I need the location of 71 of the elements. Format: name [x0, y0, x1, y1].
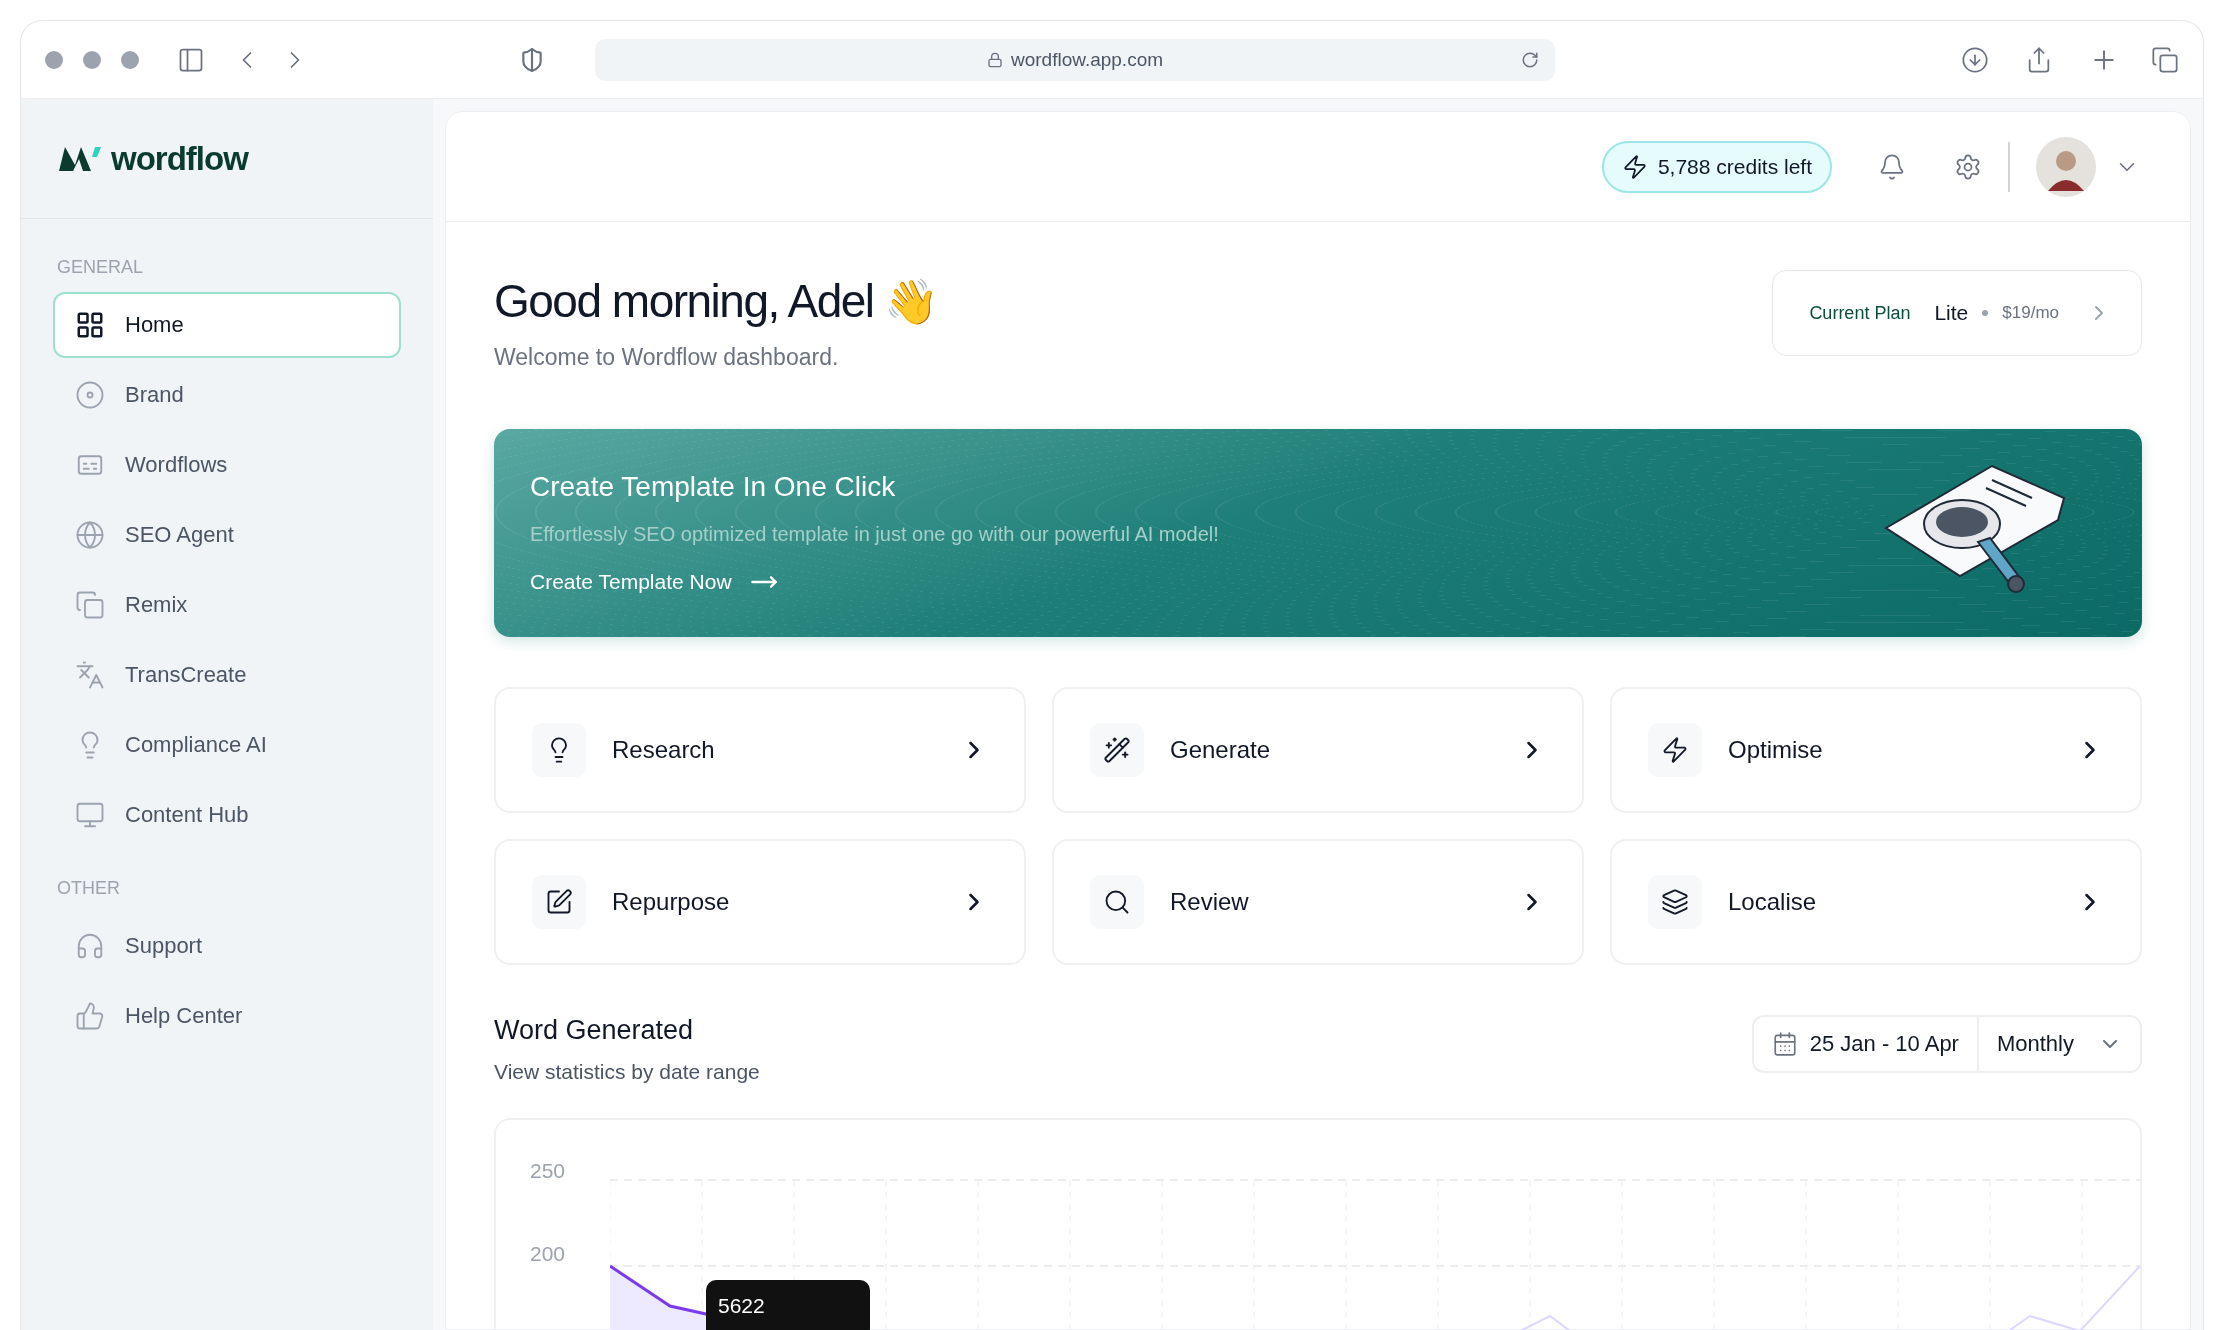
nav-item[interactable]: Wordflows [53, 432, 401, 498]
action-label: Generate [1170, 736, 1272, 764]
chart-tooltip: 5622 [706, 1280, 870, 1330]
wand-icon [1090, 723, 1144, 777]
axis-label: 200 [530, 1243, 567, 1264]
nav-item[interactable]: SEO Agent [53, 502, 401, 568]
section-title: Word Generated [494, 1015, 695, 1046]
notification-icon[interactable] [1878, 152, 1906, 181]
banner-title: Create Template In One Click [530, 470, 896, 503]
download-icon[interactable] [1961, 45, 1989, 74]
globe-icon [75, 520, 105, 550]
logo-icon [57, 144, 103, 173]
axis-label: 250 [530, 1160, 567, 1181]
logo-text: wordflow [111, 139, 248, 178]
layers-icon [1648, 875, 1702, 929]
create-template-link[interactable]: Create Template Now [530, 567, 778, 596]
plan-price: $19/mo [2002, 303, 2059, 323]
nav-item[interactable]: Home [53, 292, 401, 358]
nav-item[interactable]: Support [53, 913, 401, 979]
action-card[interactable]: Localise [1610, 839, 2142, 965]
section-heading: GENERAL [56, 257, 145, 278]
settings-icon[interactable] [1954, 152, 1982, 181]
tabs-icon[interactable] [2151, 45, 2179, 74]
action-card[interactable]: Generate [1052, 687, 1584, 813]
action-label: Localise [1728, 888, 1818, 916]
window-dot-icon[interactable] [45, 50, 63, 69]
avatar-icon[interactable] [2036, 136, 2096, 197]
nav-item[interactable]: Content Hub [53, 782, 401, 848]
nav-item[interactable]: Compliance AI [53, 712, 401, 778]
address-bar[interactable]: wordflow.app.com [595, 38, 1555, 81]
action-label: Repurpose [612, 888, 731, 916]
action-label: Optimise [1728, 736, 1824, 764]
action-card[interactable]: Research [494, 687, 1026, 813]
action-card[interactable]: Repurpose [494, 839, 1026, 965]
date-range-picker[interactable]: 25 Jan - 10 Apr [1753, 1017, 1977, 1071]
window-dot-icon[interactable] [83, 50, 101, 69]
reload-icon[interactable] [1521, 50, 1539, 69]
thumbs-up-icon [75, 1001, 105, 1031]
credits-badge[interactable]: 5,788 credits left [1601, 140, 1832, 193]
nav-item[interactable]: TransCreate [53, 642, 401, 708]
lock-icon [986, 51, 1003, 68]
lightbulb-icon [532, 723, 586, 777]
greeting-title: Good morning, Adel 👋 [494, 274, 938, 328]
action-card[interactable]: Review [1052, 839, 1584, 965]
monitor-icon [75, 800, 105, 830]
window-dot-icon[interactable] [121, 50, 139, 69]
nav-item[interactable]: Help Center [53, 983, 401, 1049]
section-subtitle: View statistics by date range [494, 1060, 760, 1084]
edit-icon [532, 875, 586, 929]
calendar-icon [1771, 1031, 1798, 1057]
search-icon [1090, 875, 1144, 929]
headphones-icon [75, 931, 105, 961]
action-label: Research [612, 736, 716, 764]
grid-icon [75, 310, 105, 340]
plan-name: Lite [1934, 301, 1969, 325]
translate-icon [75, 660, 105, 690]
action-label: Review [1170, 888, 1250, 916]
nav-item[interactable]: Brand [53, 362, 401, 428]
copy-icon [75, 590, 105, 620]
shield-icon[interactable] [519, 46, 545, 73]
banner-text: Effortlessly SEO optimized template in just one go with our powerful AI model! [530, 522, 1219, 546]
period-dropdown[interactable]: Monthly [1976, 1017, 2140, 1071]
action-card[interactable]: Optimise [1610, 687, 2142, 813]
plan-label: Current Plan [1809, 302, 1911, 324]
nav-item[interactable]: Remix [53, 572, 401, 638]
lightning-icon [1621, 153, 1648, 180]
greeting-subtitle: Welcome to Wordflow dashboard. [494, 344, 840, 371]
plan-card[interactable]: Current Plan Lite $19/mo [1772, 270, 2142, 356]
section-heading: OTHER [56, 878, 121, 899]
lightning-icon [1648, 723, 1702, 777]
url-text: wordflow.app.com [1010, 48, 1164, 71]
